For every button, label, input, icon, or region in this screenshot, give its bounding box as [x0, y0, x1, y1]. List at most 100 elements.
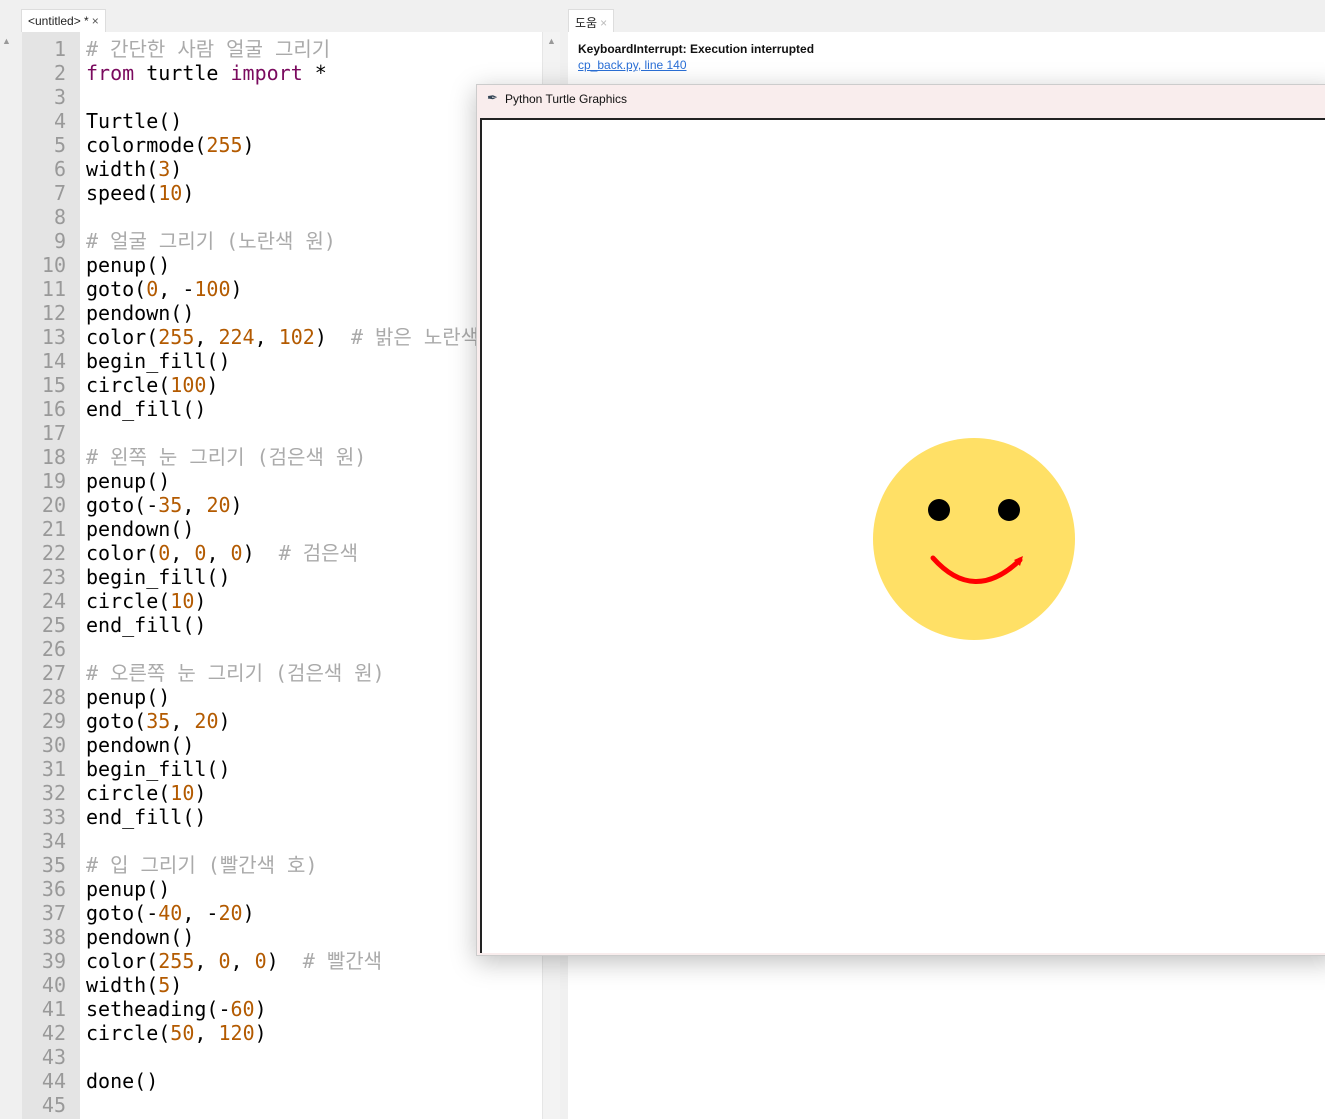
- code-line[interactable]: color(255, 224, 102) # 밝은 노란색: [86, 325, 479, 349]
- code-line[interactable]: colormode(255): [86, 133, 255, 157]
- code-text: ,: [230, 949, 255, 973]
- code-line[interactable]: circle(10): [86, 781, 206, 805]
- number: 60: [230, 997, 255, 1021]
- code-text: ,: [254, 325, 279, 349]
- code-text: ): [242, 133, 255, 157]
- code-line[interactable]: # 왼쪽 눈 그리기 (검은색 원): [86, 445, 366, 469]
- code-line[interactable]: # 얼굴 그리기 (노란색 원): [86, 229, 336, 253]
- left-eye: [928, 499, 950, 521]
- line-number: 5: [53, 133, 66, 157]
- line-number: 34: [41, 829, 66, 853]
- code-text: ): [206, 373, 219, 397]
- code-line[interactable]: circle(10): [86, 589, 206, 613]
- line-number: 3: [53, 85, 66, 109]
- code-line[interactable]: pendown(): [86, 733, 194, 757]
- code-text: circle(: [86, 373, 171, 397]
- code-text: penup(): [86, 469, 171, 493]
- keyword: from: [86, 61, 135, 85]
- code-line[interactable]: pendown(): [86, 301, 194, 325]
- code-text: penup(): [86, 685, 171, 709]
- tab-label: 도움: [575, 16, 598, 30]
- comment: # 빨간색: [302, 949, 383, 973]
- close-icon[interactable]: ×: [600, 16, 607, 30]
- code-editor[interactable]: 1 # 간단한 사람 얼굴 그리기 2 from turtle import * 3 4 T…: [22, 32, 542, 1119]
- code-line[interactable]: from turtle import *: [86, 61, 327, 85]
- number: 0: [230, 541, 243, 565]
- code-text: turtle: [134, 61, 231, 85]
- code-text: begin_fill(): [86, 565, 231, 589]
- code-line[interactable]: # 입 그리기 (빨간색 호): [86, 853, 318, 877]
- line-number: 23: [41, 565, 66, 589]
- line-number: 2: [53, 61, 66, 85]
- code-text: ): [242, 541, 279, 565]
- code-line[interactable]: goto(-35, 20): [86, 493, 243, 517]
- code-line[interactable]: end_fill(): [86, 805, 206, 829]
- turtle-canvas[interactable]: [480, 118, 1325, 953]
- number: 35: [158, 493, 183, 517]
- line-number: 18: [41, 445, 66, 469]
- comment: # 왼쪽 눈 그리기 (검은색 원): [86, 445, 367, 469]
- line-number: 16: [41, 397, 66, 421]
- code-text: ,: [170, 541, 195, 565]
- code-line[interactable]: goto(35, 20): [86, 709, 231, 733]
- line-number: 30: [41, 733, 66, 757]
- code-line[interactable]: color(255, 0, 0) # 빨간색: [86, 949, 382, 973]
- scroll-up-icon[interactable]: ▲: [547, 36, 556, 46]
- code-line[interactable]: begin_fill(): [86, 349, 231, 373]
- code-line[interactable]: Turtle(): [86, 109, 182, 133]
- code-line[interactable]: pendown(): [86, 925, 194, 949]
- scroll-up-icon[interactable]: ▲: [2, 36, 11, 46]
- code-text: goto(: [86, 277, 147, 301]
- line-number: 20: [41, 493, 66, 517]
- line-number: 17: [41, 421, 66, 445]
- code-text: ,: [182, 493, 207, 517]
- line-number: 4: [53, 109, 66, 133]
- code-line[interactable]: goto(-40, -20): [86, 901, 255, 925]
- left-scrollbar[interactable]: ▲: [0, 32, 18, 1119]
- code-line[interactable]: end_fill(): [86, 397, 206, 421]
- code-text: goto(-: [86, 901, 159, 925]
- code-line[interactable]: penup(): [86, 469, 170, 493]
- turtle-graphics-window[interactable]: ✒ Python Turtle Graphics: [476, 84, 1325, 956]
- close-icon[interactable]: ×: [92, 14, 99, 28]
- code-line[interactable]: width(3): [86, 157, 182, 181]
- tab-untitled[interactable]: <untitled> * ×: [21, 9, 106, 32]
- number: 35: [146, 709, 171, 733]
- code-text: , -: [182, 901, 219, 925]
- code-line[interactable]: circle(50, 120): [86, 1021, 267, 1045]
- code-line[interactable]: color(0, 0, 0) # 검은색: [86, 541, 358, 565]
- code-line[interactable]: circle(100): [86, 373, 218, 397]
- code-text: setheading(-: [86, 997, 231, 1021]
- code-line[interactable]: # 간단한 사람 얼굴 그리기: [86, 37, 330, 61]
- code-line[interactable]: penup(): [86, 685, 170, 709]
- code-text: end_fill(): [86, 397, 207, 421]
- number: 255: [158, 949, 195, 973]
- code-line[interactable]: goto(0, -100): [86, 277, 243, 301]
- tab-help[interactable]: 도움 ×: [568, 9, 615, 32]
- line-number: 43: [41, 1045, 66, 1069]
- code-line[interactable]: pendown(): [86, 517, 194, 541]
- line-number: 7: [53, 181, 66, 205]
- code-line[interactable]: setheading(-60): [86, 997, 267, 1021]
- code-text: color(: [86, 541, 159, 565]
- code-line[interactable]: penup(): [86, 877, 170, 901]
- code-line[interactable]: speed(10): [86, 181, 194, 205]
- code-text: pendown(): [86, 925, 195, 949]
- number: 40: [158, 901, 183, 925]
- code-text: , -: [158, 277, 195, 301]
- feather-icon: ✒: [487, 90, 498, 105]
- line-number: 1: [53, 37, 66, 61]
- code-text: begin_fill(): [86, 349, 231, 373]
- code-line[interactable]: width(5): [86, 973, 182, 997]
- code-line[interactable]: end_fill(): [86, 613, 206, 637]
- code-line[interactable]: done(): [86, 1069, 158, 1093]
- code-line[interactable]: penup(): [86, 253, 170, 277]
- code-text: ): [230, 277, 243, 301]
- code-line[interactable]: # 오른쪽 눈 그리기 (검은색 원): [86, 661, 385, 685]
- line-number: 36: [41, 877, 66, 901]
- face-circle: [873, 438, 1075, 640]
- code-text: ): [266, 949, 303, 973]
- source-link[interactable]: cp_back.py, line 140: [578, 58, 687, 72]
- code-line[interactable]: begin_fill(): [86, 757, 231, 781]
- code-line[interactable]: begin_fill(): [86, 565, 231, 589]
